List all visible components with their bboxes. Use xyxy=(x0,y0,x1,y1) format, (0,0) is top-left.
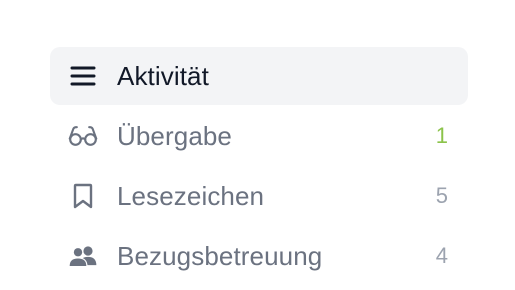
sidebar-nav: Aktivität Übergabe 1 Lesezeichen 5 Bezug… xyxy=(50,47,468,287)
nav-item-uebergabe[interactable]: Übergabe 1 xyxy=(50,107,468,165)
nav-item-lesezeichen[interactable]: Lesezeichen 5 xyxy=(50,167,468,225)
count-badge: 1 xyxy=(435,123,448,148)
users-icon xyxy=(68,241,98,271)
bookmark-icon xyxy=(68,181,98,211)
count-badge: 4 xyxy=(435,243,448,268)
count-badge: 5 xyxy=(435,183,448,208)
nav-item-label: Lesezeichen xyxy=(117,181,265,211)
nav-item-bezugsbetreuung[interactable]: Bezugsbetreuung 4 xyxy=(50,227,468,285)
nav-item-label: Bezugsbetreuung xyxy=(117,241,323,271)
nav-item-label: Übergabe xyxy=(117,121,232,151)
glasses-icon xyxy=(68,121,98,151)
nav-item-label: Aktivität xyxy=(117,61,209,91)
menu-lines-icon xyxy=(68,61,98,91)
nav-item-aktivitaet[interactable]: Aktivität xyxy=(50,47,468,105)
